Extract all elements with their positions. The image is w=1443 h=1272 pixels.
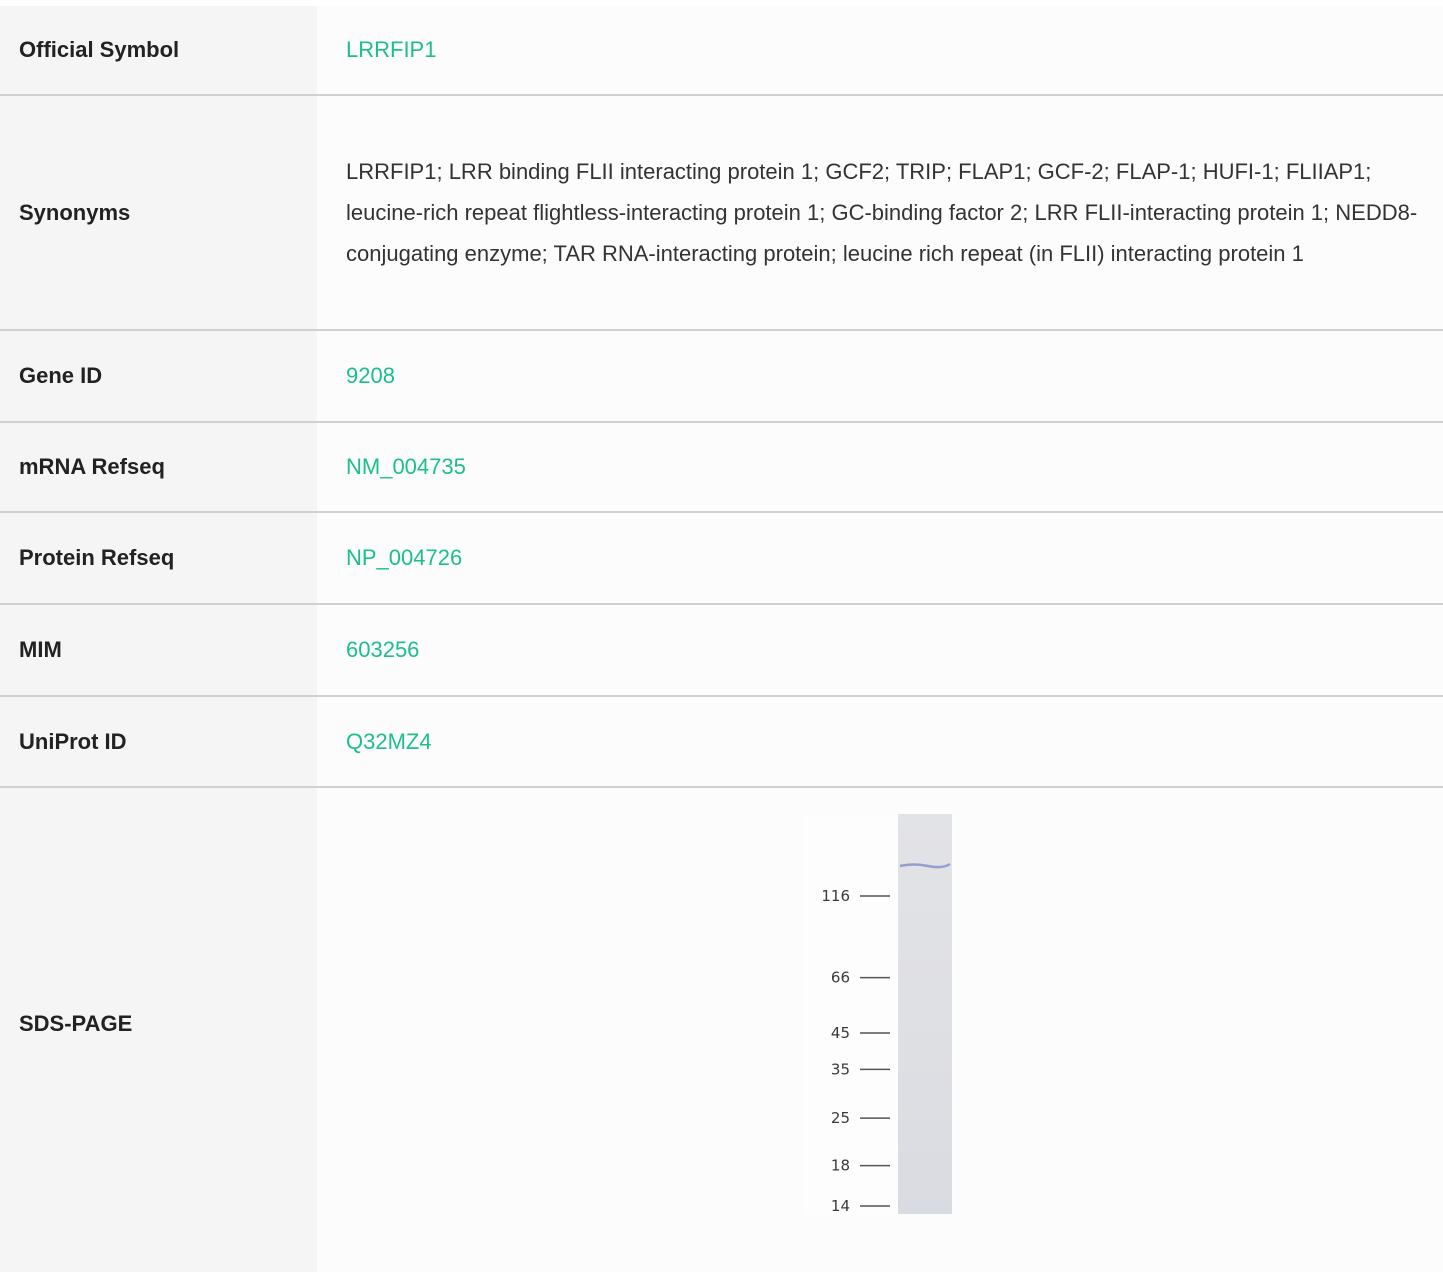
synonyms-label: Synonyms [0,95,317,331]
marker-label-18: 18 [831,1157,850,1175]
marker-label-25: 25 [831,1109,850,1127]
row-mrna-refseq: mRNA Refseq NM_004735 [0,422,1443,513]
row-synonyms: Synonyms LRRFIP1; LRR binding FLII inter… [0,95,1443,331]
synonyms-value: LRRFIP1; LRR binding FLII interacting pr… [317,95,1443,331]
gene-id-link[interactable]: 9208 [346,363,395,388]
marker-label-35: 35 [831,1060,850,1078]
row-mim: MIM 603256 [0,604,1443,697]
sds-page-label: SDS-PAGE [0,787,317,1272]
marker-label-45: 45 [831,1024,850,1042]
row-official-symbol: Official Symbol LRRFIP1 [0,6,1443,96]
protein-refseq-link[interactable]: NP_004726 [346,545,462,570]
gel-lane [898,814,952,1214]
gene-id-label: Gene ID [0,330,317,423]
mim-label: MIM [0,604,317,697]
protein-refseq-label: Protein Refseq [0,512,317,605]
mim-link[interactable]: 603256 [346,637,419,662]
uniprot-id-link[interactable]: Q32MZ4 [346,729,432,754]
row-gene-id: Gene ID 9208 [0,330,1443,423]
official-symbol-link[interactable]: LRRFIP1 [346,37,436,62]
marker-label-116: 116 [821,887,850,905]
official-symbol-label: Official Symbol [0,6,317,96]
marker-label-14: 14 [831,1197,850,1214]
gel-figure: 116 66 45 35 25 18 14 [821,814,952,1214]
mrna-refseq-link[interactable]: NM_004735 [346,454,466,479]
mrna-refseq-label: mRNA Refseq [0,422,317,513]
row-protein-refseq: Protein Refseq NP_004726 [0,512,1443,605]
gene-info-table: Official Symbol LRRFIP1 Synonyms LRRFIP1… [0,6,1443,1272]
marker-ladder: 116 66 45 35 25 18 14 [821,887,890,1214]
marker-label-66: 66 [831,969,850,987]
row-sds-page: SDS-PAGE 116 66 45 35 25 18 14 [0,787,1443,1272]
uniprot-id-label: UniProt ID [0,696,317,788]
row-uniprot-id: UniProt ID Q32MZ4 [0,696,1443,788]
sds-page-gel-image: 116 66 45 35 25 18 14 [804,814,954,1214]
